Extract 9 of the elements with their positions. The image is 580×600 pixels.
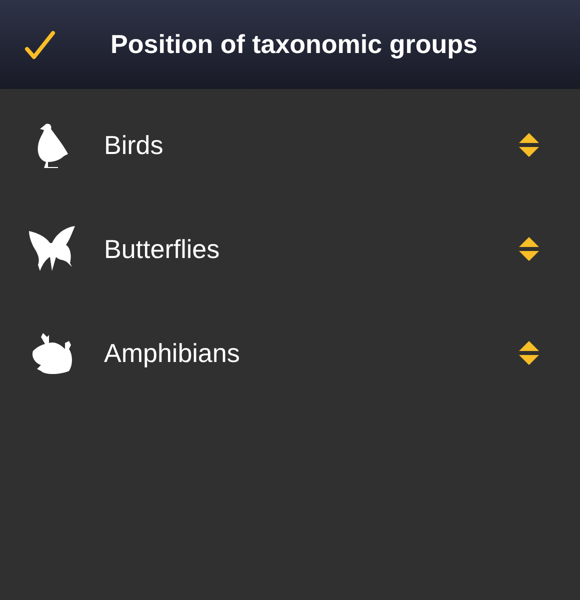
screen-title: Position of taxonomic groups [110, 29, 478, 59]
group-name: Amphibians [104, 336, 241, 370]
reorder-handle-icon[interactable] [518, 339, 540, 367]
reorder-handle-icon[interactable] [518, 131, 540, 159]
reorder-handle-icon[interactable] [518, 235, 540, 263]
group-name: Birds [104, 128, 164, 162]
checkmark-icon[interactable] [24, 28, 56, 60]
group-name: Butterflies [104, 232, 221, 266]
butterfly-icon [28, 225, 76, 273]
